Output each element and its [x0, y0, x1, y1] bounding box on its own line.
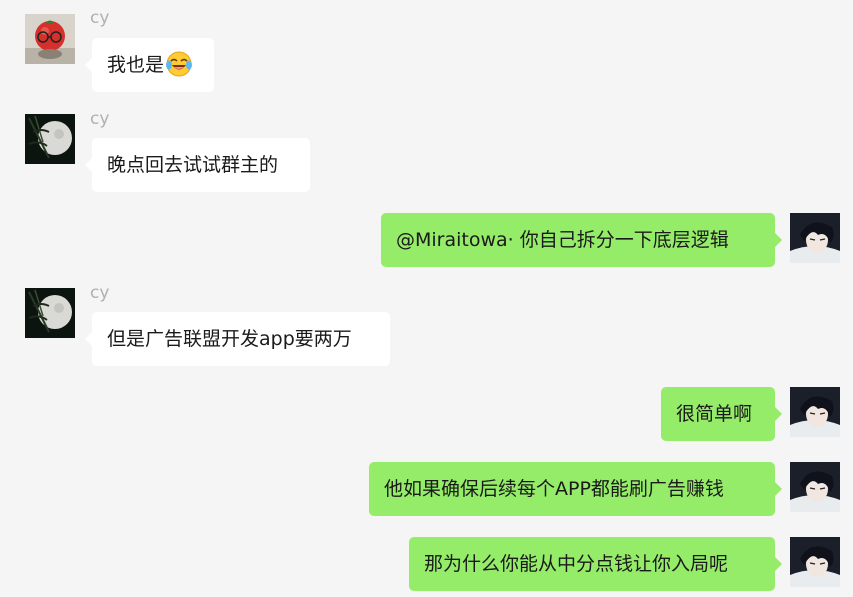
- message-text: 那为什么你能从中分点钱让你入局呢: [424, 553, 729, 575]
- avatar-me[interactable]: [790, 387, 840, 437]
- tomato-avatar-icon: [25, 14, 75, 64]
- message-bubble-outgoing[interactable]: 那为什么你能从中分点钱让你入局呢: [409, 537, 782, 591]
- message-text: @Miraitowa· 你自己拆分一下底层逻辑: [396, 229, 729, 251]
- message-text: 晚点回去试试群主的: [107, 154, 279, 176]
- avatar-me[interactable]: [790, 537, 840, 587]
- avatar-cy[interactable]: [25, 14, 75, 64]
- avatar-cy[interactable]: [25, 288, 75, 338]
- anime-boy-avatar-icon: [790, 537, 840, 587]
- anime-boy-avatar-icon: [790, 213, 840, 263]
- laughing-crying-emoji-icon: [166, 51, 193, 76]
- message-bubble[interactable]: 但是广告联盟开发app要两万: [85, 312, 390, 366]
- message-text: 很简单啊: [676, 403, 753, 425]
- chat-message-area[interactable]: cy 我也是 cy 晚点回去试试群主的 @Miraitowa· 你自己拆分一下底…: [0, 0, 853, 597]
- avatar-cy[interactable]: [25, 114, 75, 164]
- message-bubble[interactable]: 我也是: [85, 38, 214, 92]
- sender-name: cy: [90, 8, 110, 28]
- sender-name: cy: [90, 283, 110, 303]
- avatar-me[interactable]: [790, 462, 840, 512]
- message-text: 他如果确保后续每个APP都能刷广告赚钱: [384, 478, 724, 500]
- message-text: 我也是: [107, 54, 165, 76]
- message-bubble-outgoing[interactable]: 他如果确保后续每个APP都能刷广告赚钱: [369, 462, 782, 516]
- message-bubble-outgoing[interactable]: 很简单啊: [661, 387, 782, 441]
- sender-name: cy: [90, 109, 110, 129]
- anime-boy-avatar-icon: [790, 387, 840, 437]
- message-bubble-outgoing[interactable]: @Miraitowa· 你自己拆分一下底层逻辑: [381, 213, 782, 267]
- message-bubble[interactable]: 晚点回去试试群主的: [85, 138, 310, 192]
- moon-bamboo-avatar-icon: [25, 288, 75, 338]
- moon-bamboo-avatar-icon: [25, 114, 75, 164]
- anime-boy-avatar-icon: [790, 462, 840, 512]
- avatar-me[interactable]: [790, 213, 840, 263]
- message-text: 但是广告联盟开发app要两万: [107, 328, 352, 350]
